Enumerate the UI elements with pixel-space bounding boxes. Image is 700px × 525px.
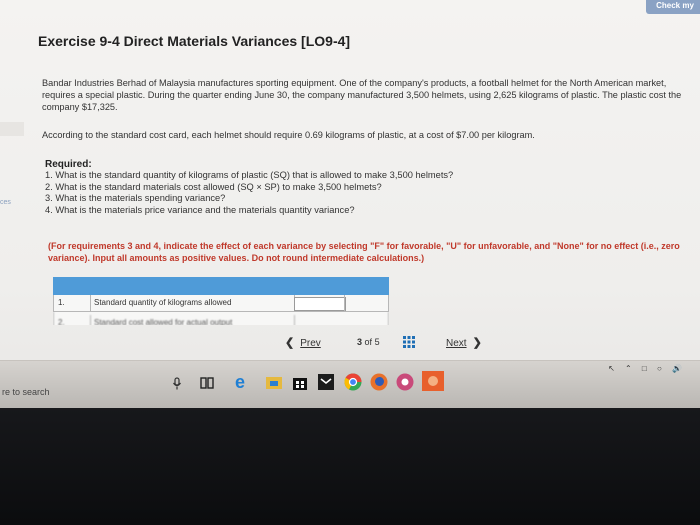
- row-label: Standard quantity of kilograms allowed: [90, 295, 295, 311]
- exercise-title: Exercise 9-4 Direct Materials Variances …: [38, 33, 351, 49]
- mail-icon[interactable]: [318, 374, 334, 390]
- requirements-list: 1. What is the standard quantity of kilo…: [45, 170, 453, 216]
- firefox-icon[interactable]: [370, 373, 388, 391]
- check-my-work-button[interactable]: Check my: [646, 0, 700, 14]
- row-number: 2.: [58, 318, 65, 325]
- required-heading: Required:: [45, 159, 92, 170]
- table-row: 1. Standard quantity of kilograms allowe…: [53, 295, 389, 312]
- grid-icon[interactable]: [403, 336, 415, 348]
- standard-cost-paragraph: According to the standard cost card, eac…: [42, 130, 535, 140]
- unit-cell: [344, 295, 389, 311]
- answer-input[interactable]: [294, 297, 346, 311]
- task-view-icon[interactable]: [200, 376, 214, 390]
- instructions-note: (For requirements 3 and 4, indicate the …: [48, 241, 680, 263]
- requirement-item: 3. What is the materials spending varian…: [45, 193, 226, 204]
- row-label: Standard cost allowed for actual output: [90, 315, 295, 325]
- store-icon[interactable]: [292, 375, 308, 390]
- total-pages: 5: [374, 337, 380, 347]
- table-header-bar: [53, 277, 389, 295]
- table-row: 2. Standard cost allowed for actual outp…: [53, 312, 389, 325]
- taskbar: re to search e ↖ ⌃ □ ○ 🔊: [0, 360, 700, 408]
- problem-paragraph: Bandar Industries Berhad of Malaysia man…: [42, 78, 682, 112]
- pinned-app-icon[interactable]: [396, 373, 414, 391]
- requirement-item: 2. What is the standard materials cost a…: [45, 181, 382, 192]
- next-label: Next: [446, 338, 467, 349]
- side-tab-references[interactable]: ces: [0, 196, 24, 210]
- page-of: of: [364, 337, 373, 347]
- prev-button[interactable]: ❮ Prev: [285, 336, 321, 349]
- requirement-item: 1. What is the standard quantity of kilo…: [45, 170, 454, 180]
- answer-table: 1. Standard quantity of kilograms allowe…: [53, 277, 389, 325]
- chevron-right-icon: ❯: [472, 337, 482, 349]
- monitor-bezel: [0, 408, 700, 525]
- prev-label: Prev: [300, 338, 321, 349]
- row-number: 1.: [58, 298, 65, 307]
- pagination: ❮ Prev 3 of 5 Next ❯: [0, 336, 700, 352]
- svg-text:e: e: [235, 373, 245, 391]
- edge-browser-icon[interactable]: e: [234, 373, 252, 391]
- file-explorer-icon[interactable]: [266, 375, 282, 389]
- taskbar-search[interactable]: re to search: [2, 387, 50, 397]
- side-tab-a[interactable]: [0, 122, 24, 136]
- active-app-icon[interactable]: [422, 371, 444, 391]
- screen: Check my ces Exercise 9-4 Direct Materia…: [0, 0, 700, 408]
- next-button[interactable]: Next ❯: [446, 336, 482, 349]
- chevron-left-icon: ❮: [285, 337, 295, 349]
- requirement-item: 4. What is the materials price variance …: [45, 204, 355, 215]
- microphone-icon[interactable]: [172, 377, 182, 391]
- current-page: 3: [357, 337, 363, 347]
- chrome-icon[interactable]: [344, 373, 362, 391]
- page-indicator: 3 of 5: [357, 337, 380, 347]
- system-tray-icons[interactable]: ↖ ⌃ □ ○ 🔊: [608, 364, 686, 373]
